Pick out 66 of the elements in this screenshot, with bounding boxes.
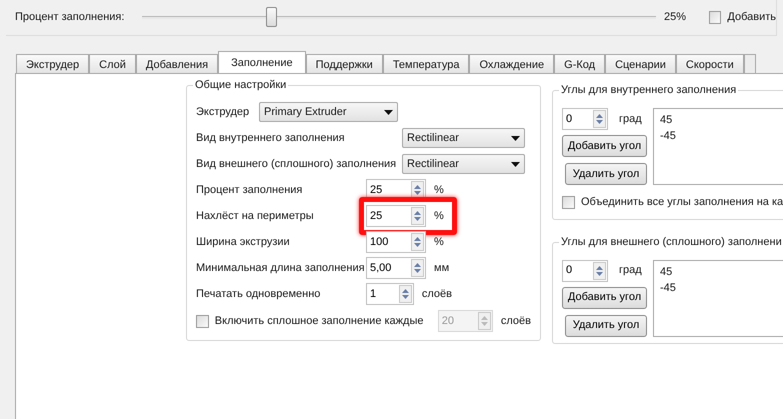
tab[interactable]: Добавления (136, 54, 218, 73)
list-item[interactable]: -45 (660, 280, 783, 296)
field-label: Вид внутреннего заполнения (196, 131, 346, 146)
unit-label: % (434, 183, 444, 198)
spin-arrows-icon[interactable] (398, 285, 412, 304)
tab[interactable]: Температура (382, 54, 470, 73)
spin-arrows-icon[interactable] (411, 259, 424, 278)
list-item[interactable]: 45 (660, 264, 783, 280)
group-title: Углы для внутреннего заполнения (559, 83, 738, 97)
caret-icon (384, 110, 393, 115)
spin-field[interactable]: 5,00 (366, 257, 426, 280)
button[interactable]: Добавить угол (562, 135, 647, 157)
angle-list[interactable]: 45 -45 (653, 260, 783, 336)
slider-label: Процент заполнения: (15, 10, 124, 26)
tab[interactable]: Слой (89, 54, 136, 73)
spin-arrows-icon[interactable] (411, 233, 424, 252)
spin-arrows-icon[interactable] (593, 262, 606, 280)
spin-arrows-icon[interactable] (411, 207, 424, 226)
tab[interactable]: G-Код (554, 54, 606, 73)
button[interactable]: Удалить угол (565, 314, 647, 336)
unit-label: мм (434, 261, 450, 276)
caret-icon (511, 162, 520, 167)
dropdown[interactable]: Primary Extruder (259, 102, 398, 122)
list-item[interactable]: -45 (660, 128, 783, 144)
tab[interactable]: Охлаждение (469, 54, 554, 73)
dropdown[interactable]: Rectilinear (402, 128, 525, 148)
tab[interactable]: Заполнение (218, 51, 306, 73)
field-label: Минимальная длина заполнения (196, 261, 366, 276)
spin-field[interactable]: 25 (366, 205, 426, 228)
group-title: Углы для внешнего (сплошного) заполнени (559, 234, 783, 248)
unit-label: слоёв (422, 287, 452, 302)
spin-field[interactable]: 1 (366, 283, 414, 306)
field-label: Ширина экструзии (196, 235, 291, 250)
spin-field[interactable]: 0 (562, 108, 608, 130)
button[interactable]: Добавить угол (562, 286, 647, 308)
unit-label: град (619, 112, 642, 127)
group-title: Общие настройки (193, 78, 288, 92)
checkbox-label: Включить сплошное заполнение каждые (214, 314, 424, 329)
caret-icon (511, 136, 520, 141)
slider-value: 25% (664, 10, 687, 26)
checkbox[interactable] (708, 11, 722, 24)
field-label: Экструдер (196, 105, 250, 120)
unit-label: % (434, 209, 444, 224)
field-label: Нахлёст на периметры (196, 209, 315, 224)
field-label: Печатать одновременно (196, 287, 322, 302)
checkbox-label: Добавить (727, 10, 776, 26)
checkbox[interactable] (562, 196, 575, 209)
spin-field[interactable]: 0 (562, 260, 608, 282)
unit-label: слоёв (500, 314, 531, 329)
tab[interactable] (744, 54, 756, 73)
dropdown[interactable]: Rectilinear (402, 154, 525, 174)
list-item[interactable]: 45 (660, 112, 783, 128)
spin-arrows-icon[interactable] (593, 110, 606, 128)
checkbox-label: Объединить все углы заполнения на ка (581, 195, 783, 210)
unit-label: % (434, 235, 444, 250)
tab[interactable]: Экструдер (16, 54, 90, 73)
field-label: Процент заполнения (196, 183, 304, 198)
tab[interactable]: Сценарии (605, 54, 676, 73)
field-label: Вид внешнего (сплошного) заполнения (196, 157, 398, 172)
tab[interactable]: Поддержки (306, 54, 383, 73)
angle-list[interactable]: 45 -45 (653, 108, 783, 185)
slider-thumb[interactable] (266, 7, 277, 27)
button[interactable]: Удалить угол (565, 163, 647, 185)
unit-label: град (619, 263, 642, 278)
spin-field[interactable]: 100 (366, 231, 426, 254)
tab[interactable]: Скорости (676, 54, 744, 73)
